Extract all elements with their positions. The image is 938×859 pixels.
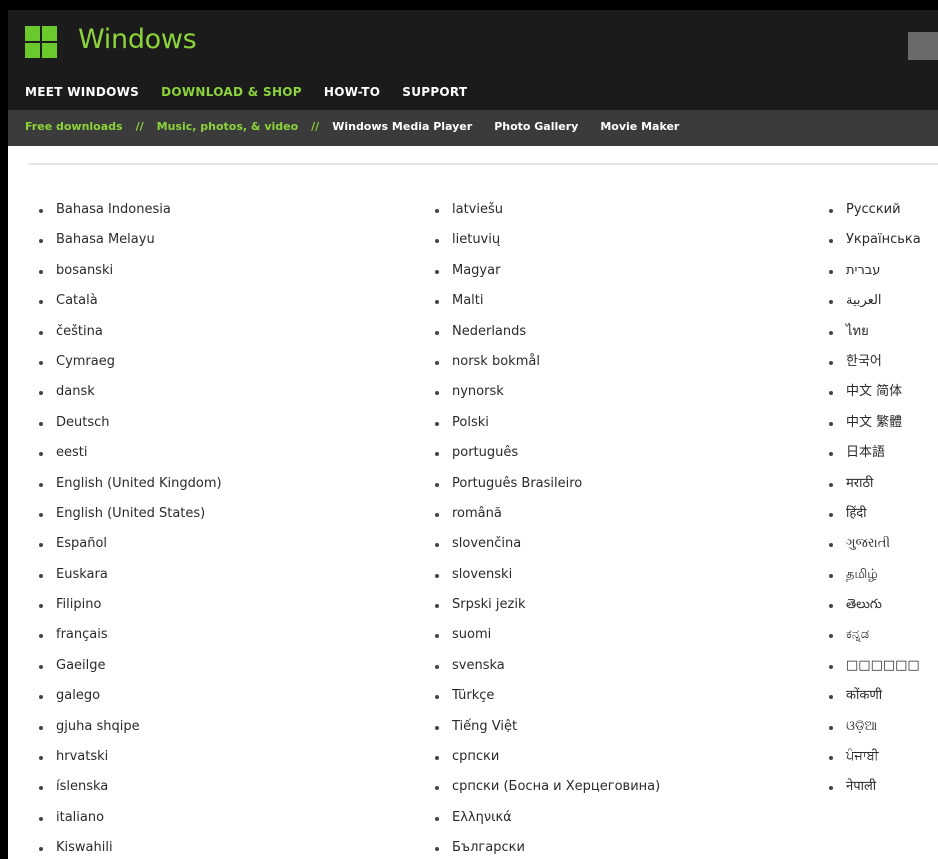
language-link[interactable]: français	[34, 625, 222, 655]
language-link[interactable]: தமிழ்	[824, 565, 921, 595]
language-link[interactable]: ไทย	[824, 322, 921, 352]
window-border-top	[0, 0, 938, 10]
subnav-photo-gallery[interactable]: Photo Gallery	[494, 120, 578, 133]
language-link[interactable]: português	[430, 443, 660, 473]
language-link[interactable]: Gaeilge	[34, 656, 222, 686]
brand-title[interactable]: Windows	[78, 24, 197, 55]
language-link[interactable]: Español	[34, 534, 222, 564]
language-link[interactable]: eesti	[34, 443, 222, 473]
language-link[interactable]: తెలుగు	[824, 595, 921, 625]
language-link[interactable]: Português Brasileiro	[430, 474, 660, 504]
language-link[interactable]: slovenčina	[430, 534, 660, 564]
language-link[interactable]: ગુજરાતી	[824, 534, 921, 564]
language-link[interactable]: Català	[34, 291, 222, 321]
language-link[interactable]: íslenska	[34, 777, 222, 807]
content-divider	[28, 163, 938, 165]
language-link[interactable]: svenska	[430, 656, 660, 686]
language-link[interactable]: 한국어	[824, 352, 921, 382]
language-link[interactable]: Tiếng Việt	[430, 717, 660, 747]
language-link[interactable]: Kiswahili	[34, 838, 222, 859]
language-link[interactable]: मराठी	[824, 474, 921, 504]
language-link[interactable]: עברית	[824, 261, 921, 291]
language-link[interactable]: Русский	[824, 200, 921, 230]
language-link[interactable]: српски (Босна и Херцеговина)	[430, 777, 660, 807]
nav-support[interactable]: SUPPORT	[402, 85, 467, 99]
language-link[interactable]: bosanski	[34, 261, 222, 291]
language-link[interactable]: Magyar	[430, 261, 660, 291]
window-border-left	[0, 0, 8, 859]
language-list-column-2: latviešu lietuvių Magyar Malti Nederland…	[430, 200, 660, 859]
language-link[interactable]: slovenski	[430, 565, 660, 595]
language-link[interactable]: Türkçe	[430, 686, 660, 716]
breadcrumb-free-downloads[interactable]: Free downloads	[25, 120, 123, 133]
language-link[interactable]: Filipino	[34, 595, 222, 625]
language-link[interactable]: नेपाली	[824, 777, 921, 807]
language-link[interactable]: Deutsch	[34, 413, 222, 443]
language-link[interactable]: Bahasa Melayu	[34, 230, 222, 260]
breadcrumb: Free downloads // Music, photos, & video…	[25, 120, 701, 133]
nav-how-to[interactable]: HOW-TO	[324, 85, 380, 99]
subnav-windows-media-player[interactable]: Windows Media Player	[332, 120, 472, 133]
sub-nav: Free downloads // Music, photos, & video…	[8, 110, 938, 146]
language-link[interactable]: čeština	[34, 322, 222, 352]
language-link[interactable]: norsk bokmål	[430, 352, 660, 382]
main-nav: MEET WINDOWS DOWNLOAD & SHOP HOW-TO SUPP…	[25, 85, 467, 99]
language-link[interactable]: □□□□□□	[824, 656, 921, 686]
subnav-movie-maker[interactable]: Movie Maker	[600, 120, 679, 133]
language-link[interactable]: Polski	[430, 413, 660, 443]
language-link[interactable]: ಕನ್ನಡ	[824, 625, 921, 655]
language-link[interactable]: Nederlands	[430, 322, 660, 352]
breadcrumb-separator: //	[135, 120, 144, 133]
language-link[interactable]: 中文 繁體	[824, 413, 921, 443]
language-link[interactable]: Euskara	[34, 565, 222, 595]
language-link[interactable]: ਪੰਜਾਬੀ	[824, 747, 921, 777]
language-link[interactable]: Cymraeg	[34, 352, 222, 382]
nav-meet-windows[interactable]: MEET WINDOWS	[25, 85, 139, 99]
language-link[interactable]: 日本語	[824, 443, 921, 473]
language-link[interactable]: कोंकणी	[824, 686, 921, 716]
language-link[interactable]: Bahasa Indonesia	[34, 200, 222, 230]
language-link[interactable]: हिंदी	[824, 504, 921, 534]
language-link[interactable]: Українська	[824, 230, 921, 260]
language-link[interactable]: Srpski jezik	[430, 595, 660, 625]
language-link[interactable]: gjuha shqipe	[34, 717, 222, 747]
language-link[interactable]: română	[430, 504, 660, 534]
language-list-column-1: Bahasa Indonesia Bahasa Melayu bosanski …	[34, 200, 222, 859]
language-link[interactable]: latviešu	[430, 200, 660, 230]
language-link[interactable]: Ελληνικά	[430, 808, 660, 838]
language-link[interactable]: English (United Kingdom)	[34, 474, 222, 504]
breadcrumb-separator: //	[311, 120, 320, 133]
page: Windows MEET WINDOWS DOWNLOAD & SHOP HOW…	[0, 0, 938, 859]
search-box[interactable]	[908, 32, 938, 60]
language-link[interactable]: Български	[430, 838, 660, 859]
language-link[interactable]: 中文 简体	[824, 382, 921, 412]
language-link[interactable]: English (United States)	[34, 504, 222, 534]
language-link[interactable]: italiano	[34, 808, 222, 838]
breadcrumb-music-photos-video[interactable]: Music, photos, & video	[157, 120, 299, 133]
site-header: Windows MEET WINDOWS DOWNLOAD & SHOP HOW…	[8, 10, 938, 110]
language-link[interactable]: dansk	[34, 382, 222, 412]
language-list-column-3: Русский Українська עברית العربية ไทย 한국어…	[824, 200, 921, 808]
language-link[interactable]: suomi	[430, 625, 660, 655]
language-link[interactable]: српски	[430, 747, 660, 777]
language-link[interactable]: العربية	[824, 291, 921, 321]
language-link[interactable]: galego	[34, 686, 222, 716]
language-link[interactable]: lietuvių	[430, 230, 660, 260]
language-link[interactable]: ଓଡ଼ିଆ	[824, 717, 921, 747]
language-link[interactable]: Malti	[430, 291, 660, 321]
language-link[interactable]: hrvatski	[34, 747, 222, 777]
language-link[interactable]: nynorsk	[430, 382, 660, 412]
windows-logo-icon[interactable]	[25, 26, 57, 58]
nav-download-shop[interactable]: DOWNLOAD & SHOP	[161, 85, 302, 99]
